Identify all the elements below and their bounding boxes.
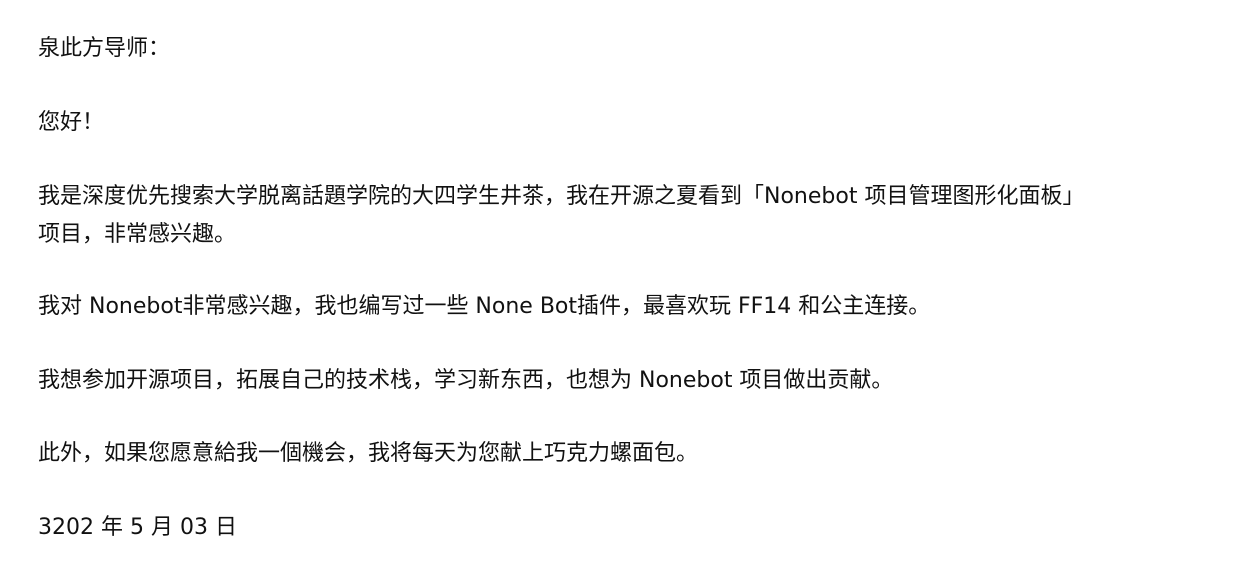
letter-interest-paragraph: 我对 Nonebot非常感兴趣，我也编写过一些 None Bot插件，最喜欢玩 … <box>38 294 931 319</box>
letter-goal-paragraph: 我想参加开源项目，拓展自己的技术栈，学习新东西，也想为 Nonebot 项目做出… <box>38 368 894 393</box>
letter-intro-line-1: 我是深度优先搜索大学脱离話題学院的大四学生井茶，我在开源之夏看到「Nonebot… <box>38 184 1085 209</box>
letter-document: 泉此方导师： 您好！ 我是深度优先搜索大学脱离話題学院的大四学生井茶，我在开源之… <box>0 0 1235 570</box>
letter-hello: 您好！ <box>38 110 105 135</box>
letter-offer-paragraph: 此外，如果您愿意給我一個機会，我将每天为您献上巧克力螺面包。 <box>38 441 699 466</box>
letter-intro-line-2: 项目，非常感兴趣。 <box>38 222 237 247</box>
letter-date: 3202 年 5 月 03 日 <box>38 515 237 540</box>
letter-greeting: 泉此方导师： <box>38 36 171 61</box>
